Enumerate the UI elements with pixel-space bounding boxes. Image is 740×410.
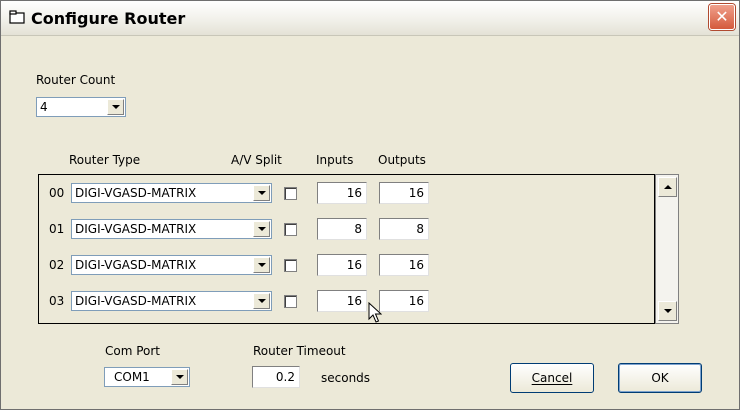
- router-type-value: DIGI-VGASD-MATRIX: [75, 222, 197, 236]
- router-type-value: DIGI-VGASD-MATRIX: [75, 258, 197, 272]
- row-index: 02: [49, 258, 65, 272]
- router-count-value: 4: [40, 100, 48, 114]
- router-type-value: DIGI-VGASD-MATRIX: [75, 294, 197, 308]
- chevron-down-icon: [258, 227, 266, 231]
- row-index: 00: [49, 186, 65, 200]
- router-timeout-label: Router Timeout: [253, 344, 346, 358]
- inputs-field[interactable]: 16: [317, 182, 367, 204]
- com-port-select[interactable]: COM1: [104, 367, 190, 387]
- scroll-up-button[interactable]: [658, 177, 677, 197]
- dialog-window: Configure Router ✕ Router Count 4 Router…: [0, 0, 740, 410]
- header-router-type: Router Type: [69, 153, 141, 167]
- av-split-checkbox[interactable]: [284, 259, 297, 272]
- cancel-button-label: Cancel: [531, 371, 573, 385]
- close-button[interactable]: ✕: [709, 4, 735, 30]
- ok-button-label: OK: [651, 371, 669, 385]
- router-type-dropdown-button[interactable]: [253, 185, 270, 201]
- av-split-checkbox[interactable]: [284, 295, 297, 308]
- arrow-down-icon: [664, 309, 672, 313]
- title-bar[interactable]: Configure Router ✕: [1, 1, 739, 36]
- av-split-checkbox[interactable]: [284, 223, 297, 236]
- chevron-down-icon: [258, 191, 266, 195]
- router-type-select[interactable]: DIGI-VGASD-MATRIX: [71, 183, 272, 203]
- inputs-field[interactable]: 16: [317, 254, 367, 276]
- router-timeout-field[interactable]: 0.2: [252, 366, 300, 388]
- router-count-select[interactable]: 4: [36, 97, 126, 117]
- com-port-label: Com Port: [105, 344, 161, 358]
- router-type-select[interactable]: DIGI-VGASD-MATRIX: [71, 219, 272, 239]
- outputs-field[interactable]: 16: [379, 290, 429, 312]
- chevron-down-icon: [176, 375, 184, 379]
- header-outputs: Outputs: [378, 153, 426, 167]
- router-type-select[interactable]: DIGI-VGASD-MATRIX: [71, 255, 272, 275]
- window-title: Configure Router: [31, 9, 186, 28]
- vertical-scrollbar[interactable]: [655, 174, 679, 324]
- router-type-dropdown-button[interactable]: [253, 293, 270, 309]
- header-inputs: Inputs: [316, 153, 354, 167]
- router-count-dropdown-button[interactable]: [107, 99, 124, 115]
- outputs-field[interactable]: 16: [379, 182, 429, 204]
- arrow-up-icon: [664, 185, 672, 189]
- window-icon: [9, 10, 25, 24]
- router-count-label: Router Count: [36, 73, 116, 87]
- com-port-value: COM1: [114, 370, 150, 384]
- close-icon: ✕: [715, 7, 729, 26]
- av-split-checkbox[interactable]: [284, 187, 297, 200]
- row-index: 03: [49, 294, 65, 308]
- router-type-dropdown-button[interactable]: [253, 221, 270, 237]
- router-type-select[interactable]: DIGI-VGASD-MATRIX: [71, 291, 272, 311]
- header-av-split: A/V Split: [231, 153, 282, 167]
- ok-button[interactable]: OK: [618, 363, 702, 393]
- inputs-field[interactable]: 16: [317, 290, 367, 312]
- inputs-field[interactable]: 8: [317, 218, 367, 240]
- outputs-field[interactable]: 8: [379, 218, 429, 240]
- outputs-field[interactable]: 16: [379, 254, 429, 276]
- chevron-down-icon: [258, 299, 266, 303]
- com-port-dropdown-button[interactable]: [171, 369, 188, 385]
- row-index: 01: [49, 222, 65, 236]
- cancel-button[interactable]: Cancel: [510, 363, 594, 393]
- chevron-down-icon: [112, 105, 120, 109]
- scroll-down-button[interactable]: [658, 301, 677, 321]
- mouse-pointer-icon: [368, 302, 382, 323]
- router-type-value: DIGI-VGASD-MATRIX: [75, 186, 197, 200]
- chevron-down-icon: [258, 263, 266, 267]
- router-timeout-unit: seconds: [321, 371, 371, 385]
- router-type-dropdown-button[interactable]: [253, 257, 270, 273]
